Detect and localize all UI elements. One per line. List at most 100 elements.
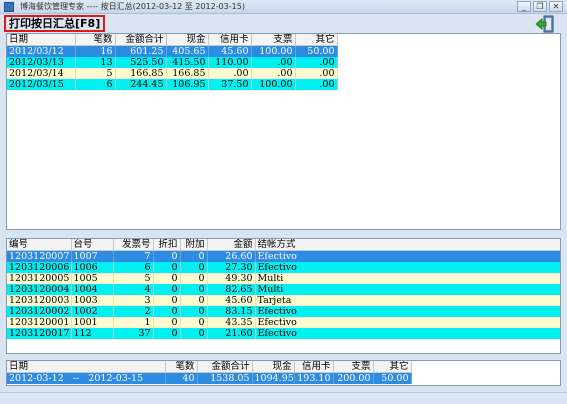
status-bar (0, 392, 567, 404)
cell-table-no: 1004 (71, 284, 114, 295)
cell-other: .00 (295, 57, 338, 68)
table-row[interactable]: 2012/03/12 16 601.25 405.65 45.60 100.00… (7, 45, 338, 57)
period-total-header: 日期 笔数 金额合计 现金 信用卡 支票 其它 (7, 361, 412, 373)
cell-table-no: 1003 (71, 295, 114, 306)
column-header[interactable]: 现金 (252, 361, 295, 373)
column-header[interactable]: 现金 (166, 34, 209, 46)
column-header[interactable]: 日期 (7, 34, 76, 46)
cell-surcharge: 0 (180, 273, 208, 284)
print-daily-summary-button[interactable]: 打印按日汇总[F8] (4, 15, 106, 32)
cell-payment-method: Tarjeta (255, 295, 560, 306)
cell-invoice-no: 1 (113, 317, 154, 328)
bill-detail-header: 编号 台号 发票号 折扣 附加 金额 结帐方式 (7, 239, 560, 251)
cell-total: 601.25 (115, 45, 167, 57)
table-row[interactable]: 2012/03/13 13 525.50 415.50 110.00 .00 .… (7, 57, 338, 68)
cell-count: 6 (75, 79, 116, 90)
cell-surcharge: 0 (180, 306, 208, 317)
restore-button[interactable]: ❐ (533, 1, 547, 12)
cell-amount: 49.30 (207, 273, 256, 284)
cell-card: 37.50 (208, 79, 252, 90)
table-row[interactable]: 1203120007 1007 7 0 0 26.60 Efectivo (7, 250, 560, 262)
cell-table-no: 1005 (71, 273, 114, 284)
table-row[interactable]: 1203120003 1003 3 0 0 45.60 Tarjeta (7, 295, 560, 306)
column-header[interactable]: 附加 (180, 239, 208, 251)
cell-amount: 26.60 (207, 250, 256, 262)
column-header[interactable]: 日期 (7, 361, 166, 373)
column-header[interactable]: 发票号 (113, 239, 154, 251)
cell-total: 525.50 (115, 57, 167, 68)
window-titlebar: 博海餐饮管理专家 ---- 按日汇总(2012-03-12 至 2012-03-… (0, 0, 567, 14)
table-row[interactable]: 2012/03/14 5 166.85 166.85 .00 .00 .00 (7, 68, 338, 79)
cell-other: .00 (295, 68, 338, 79)
cell-date: 2012/03/12 (7, 45, 76, 57)
table-row[interactable]: 1203120017 112 37 0 0 21.60 Efectivo (7, 328, 560, 339)
cell-other: .00 (295, 79, 338, 90)
cell-payment-method: Multi (255, 284, 560, 295)
column-header[interactable]: 金额 (207, 239, 256, 251)
cell-card: 45.60 (208, 45, 252, 57)
cell-check: .00 (251, 57, 296, 68)
column-header[interactable]: 金额合计 (197, 361, 253, 373)
cell-table-no: 1007 (71, 250, 114, 262)
column-header[interactable]: 笔数 (165, 361, 198, 373)
column-header[interactable]: 信用卡 (294, 361, 334, 373)
table-row[interactable]: 1203120006 1006 6 0 0 27.30 Efectivo (7, 262, 560, 273)
cell-other: 50.00 (373, 372, 412, 384)
column-header[interactable]: 台号 (71, 239, 114, 251)
total-row[interactable]: 2012-03-12 -- 2012-03-15 40 1538.05 1094… (7, 372, 412, 384)
cell-amount: 82.65 (207, 284, 256, 295)
cell-surcharge: 0 (180, 317, 208, 328)
cell-discount: 0 (153, 284, 181, 295)
cell-invoice-no: 2 (113, 306, 154, 317)
column-header[interactable]: 笔数 (75, 34, 116, 46)
minimize-button[interactable]: _ (517, 1, 531, 12)
column-header[interactable]: 其它 (295, 34, 338, 46)
exit-button[interactable] (535, 15, 555, 33)
cell-card: 193.10 (294, 372, 334, 384)
column-header[interactable]: 金额合计 (115, 34, 167, 46)
cell-count: 13 (75, 57, 116, 68)
cell-invoice-no: 5 (113, 273, 154, 284)
cell-bill-no: 1203120003 (7, 295, 72, 306)
cell-payment-method: Efectivo (255, 262, 560, 273)
cell-table-no: 1006 (71, 262, 114, 273)
column-header[interactable]: 其它 (373, 361, 412, 373)
cell-date-range: 2012-03-12 -- 2012-03-15 (7, 372, 166, 384)
cell-card: .00 (208, 68, 252, 79)
cell-bill-no: 1203120004 (7, 284, 72, 295)
close-button[interactable]: ✕ (549, 1, 563, 12)
cell-payment-method: Efectivo (255, 328, 560, 339)
cell-bill-no: 1203120017 (7, 328, 72, 339)
cell-discount: 0 (153, 273, 181, 284)
column-header[interactable]: 支票 (333, 361, 374, 373)
column-header[interactable]: 支票 (251, 34, 296, 46)
cell-surcharge: 0 (180, 328, 208, 339)
table-row[interactable]: 1203120005 1005 5 0 0 49.30 Multi (7, 273, 560, 284)
cell-invoice-no: 6 (113, 262, 154, 273)
cell-invoice-no: 37 (113, 328, 154, 339)
table-row[interactable]: 1203120002 1002 2 0 0 83.15 Efectivo (7, 306, 560, 317)
column-header[interactable]: 结帐方式 (255, 239, 560, 251)
column-header[interactable]: 信用卡 (208, 34, 252, 46)
table-row[interactable]: 1203120001 1001 1 0 0 43.35 Efectivo (7, 317, 560, 328)
table-row[interactable]: 2012/03/15 6 244.45 106.95 37.50 100.00 … (7, 79, 338, 90)
cell-cash: 106.95 (166, 79, 209, 90)
cell-cash: 415.50 (166, 57, 209, 68)
daily-summary-grid[interactable]: 日期 笔数 金额合计 现金 信用卡 支票 其它 2012/03/12 16 60… (6, 33, 561, 230)
cell-discount: 0 (153, 317, 181, 328)
column-header[interactable]: 编号 (7, 239, 72, 251)
cell-check: 200.00 (333, 372, 374, 384)
window-title: 博海餐饮管理专家 ---- 按日汇总(2012-03-12 至 2012-03-… (20, 2, 245, 11)
cell-discount: 0 (153, 328, 181, 339)
bill-detail-grid[interactable]: 编号 台号 发票号 折扣 附加 金额 结帐方式 1203120007 1007 … (6, 238, 561, 354)
cell-count: 16 (75, 45, 116, 57)
cell-total: 244.45 (115, 79, 167, 90)
table-row[interactable]: 1203120004 1004 4 0 0 82.65 Multi (7, 284, 560, 295)
cell-invoice-no: 7 (113, 250, 154, 262)
cell-date: 2012/03/14 (7, 68, 76, 79)
column-header[interactable]: 折扣 (153, 239, 181, 251)
period-total-grid[interactable]: 日期 笔数 金额合计 现金 信用卡 支票 其它 2012-03-12 -- 20… (6, 360, 561, 386)
cell-invoice-no: 3 (113, 295, 154, 306)
exit-door-icon (535, 15, 554, 33)
cell-invoice-no: 4 (113, 284, 154, 295)
